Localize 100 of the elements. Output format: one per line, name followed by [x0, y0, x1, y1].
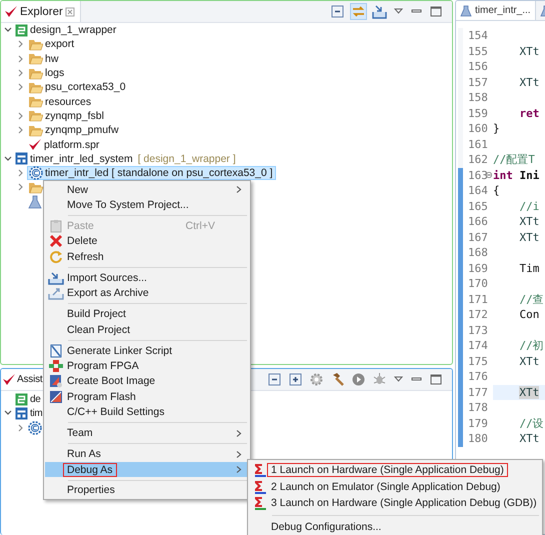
tray-arrow-icon[interactable]: [371, 3, 388, 20]
expand-all-icon[interactable]: [287, 371, 304, 388]
tree-item[interactable]: timer_intr_led [ standalone on psu_cortexa53_0 ]: [27, 166, 276, 180]
folder-icon: [28, 38, 43, 51]
line-number: 167: [468, 230, 488, 245]
document-icon: [49, 344, 63, 358]
tree-item[interactable]: hw: [27, 52, 60, 66]
menu-item[interactable]: Debug As: [45, 462, 249, 478]
link-icon[interactable]: [350, 3, 367, 20]
menu-item[interactable]: Build Project: [45, 306, 249, 322]
chip-icon: [48, 358, 64, 373]
editor-tab[interactable]: timer_intr_...: [456, 1, 536, 20]
menu-item[interactable]: Generate Linker Script: [45, 342, 249, 358]
line-number: 166: [468, 214, 488, 230]
refresh-icon: [49, 250, 63, 264]
folder-icon: [28, 109, 43, 122]
line-number: 169: [468, 260, 488, 276]
line-number: 168: [468, 245, 488, 260]
tree-item[interactable]: tim: [14, 406, 44, 420]
menu-item[interactable]: Clean Project: [45, 322, 249, 338]
folder-icon: [28, 180, 43, 194]
line-number: 162: [468, 152, 488, 168]
menu-item[interactable]: Run As: [45, 446, 249, 462]
code-line: int Ini: [493, 168, 540, 183]
line-number: 161: [468, 136, 488, 152]
menu-item[interactable]: Team: [45, 425, 249, 441]
menu-item[interactable]: Import Sources...: [45, 270, 249, 286]
code-line: XTt: [518, 44, 540, 59]
collapse-all-icon[interactable]: [266, 371, 283, 388]
tray-arrow-icon: [48, 270, 64, 285]
menu-item[interactable]: Debug Configurations...: [249, 518, 541, 535]
menu-item[interactable]: New: [45, 182, 249, 198]
code-line: XTt: [518, 214, 540, 230]
menu-item[interactable]: Delete: [45, 234, 249, 250]
tree-item[interactable]: export: [27, 37, 76, 52]
sigma-icon: [253, 496, 267, 510]
menu-item[interactable]: C/C++ Build Settings: [45, 404, 249, 420]
tray-arrow-icon: [48, 286, 64, 300]
line-number: 178: [468, 400, 488, 416]
line-number: 180: [468, 431, 488, 446]
tree-item[interactable]: psu_cortexa53_0: [27, 80, 128, 94]
tree-item[interactable]: [27, 420, 44, 435]
line-number: 165: [468, 198, 488, 214]
tree-item[interactable]: [27, 194, 44, 209]
project-qualifier: [ design_1_wrapper ]: [138, 152, 236, 165]
menu-item[interactable]: Refresh: [45, 249, 249, 265]
check-icon: [4, 5, 18, 18]
line-number: 172: [468, 307, 488, 322]
tree-item[interactable]: de: [14, 392, 43, 406]
line-number: 158: [468, 90, 488, 106]
annotation-frame: Debug As: [63, 462, 117, 476]
window-icon: [15, 152, 28, 166]
menu-item[interactable]: Move To System Project...: [45, 197, 249, 213]
menu-item[interactable]: Program Flash: [45, 389, 249, 404]
play-icon[interactable]: [350, 371, 367, 388]
tree-item[interactable]: timer_intr_led_system: [14, 152, 135, 166]
menu-item[interactable]: 3 Launch on Hardware (Single Application Debug (GDB)): [249, 495, 541, 512]
menu-item[interactable]: Export as Archive: [45, 286, 249, 301]
collapse-all-icon[interactable]: [329, 3, 346, 20]
line-number: 175: [468, 354, 488, 369]
line-number: 157: [468, 74, 488, 90]
close-icon[interactable]: [64, 6, 75, 16]
code-line: XTt: [518, 354, 540, 369]
tree-item[interactable]: zynqmp_fsbl: [27, 108, 106, 123]
line-number: 179: [468, 416, 488, 431]
annotation-frame: 1 Launch on Hardware (Single Application Debug): [267, 463, 508, 478]
menu-item[interactable]: Properties: [45, 482, 249, 498]
check-icon: [28, 138, 42, 152]
tree-item[interactable]: logs: [27, 66, 66, 80]
clipboard-icon: [49, 219, 63, 234]
line-number: 159: [468, 106, 488, 121]
view-tab[interactable]: Explorer: [1, 1, 81, 22]
folder-icon: [28, 52, 43, 66]
folder-icon: [28, 66, 43, 80]
code-line: Con: [518, 307, 540, 322]
tree-item[interactable]: resources: [27, 94, 94, 109]
line-number: 160: [468, 121, 488, 136]
line-number: 174: [468, 338, 488, 354]
code-line: }: [493, 121, 501, 136]
line-number: 177: [468, 384, 488, 400]
tree-item[interactable]: zynqmp_pmufw: [27, 123, 121, 138]
check-icon: [2, 373, 16, 386]
menu-item[interactable]: 2 Launch on Emulator (Single Application Debug): [249, 478, 541, 495]
code-line: //i: [518, 198, 540, 214]
menu-item[interactable]: 1 Launch on Hardware (Single Application Debug): [249, 462, 541, 478]
code-line: XTt: [518, 230, 540, 245]
line-number: 176: [468, 369, 488, 384]
tree-item[interactable]: platform.spr: [27, 138, 102, 152]
tree-item[interactable]: design_1_wrapper: [14, 23, 118, 38]
code-line: ret: [518, 106, 540, 121]
fold-icon[interactable]: [486, 172, 492, 178]
image-icon: [49, 374, 63, 388]
x-icon: [49, 234, 63, 248]
sigma-icon: [253, 463, 267, 478]
tree-item[interactable]: [27, 180, 45, 194]
line-number: 156: [468, 59, 488, 74]
square-icon: [49, 390, 63, 404]
code-line: Tim: [518, 260, 540, 276]
line-number: 164: [468, 183, 488, 198]
gear-icon: [29, 166, 43, 180]
